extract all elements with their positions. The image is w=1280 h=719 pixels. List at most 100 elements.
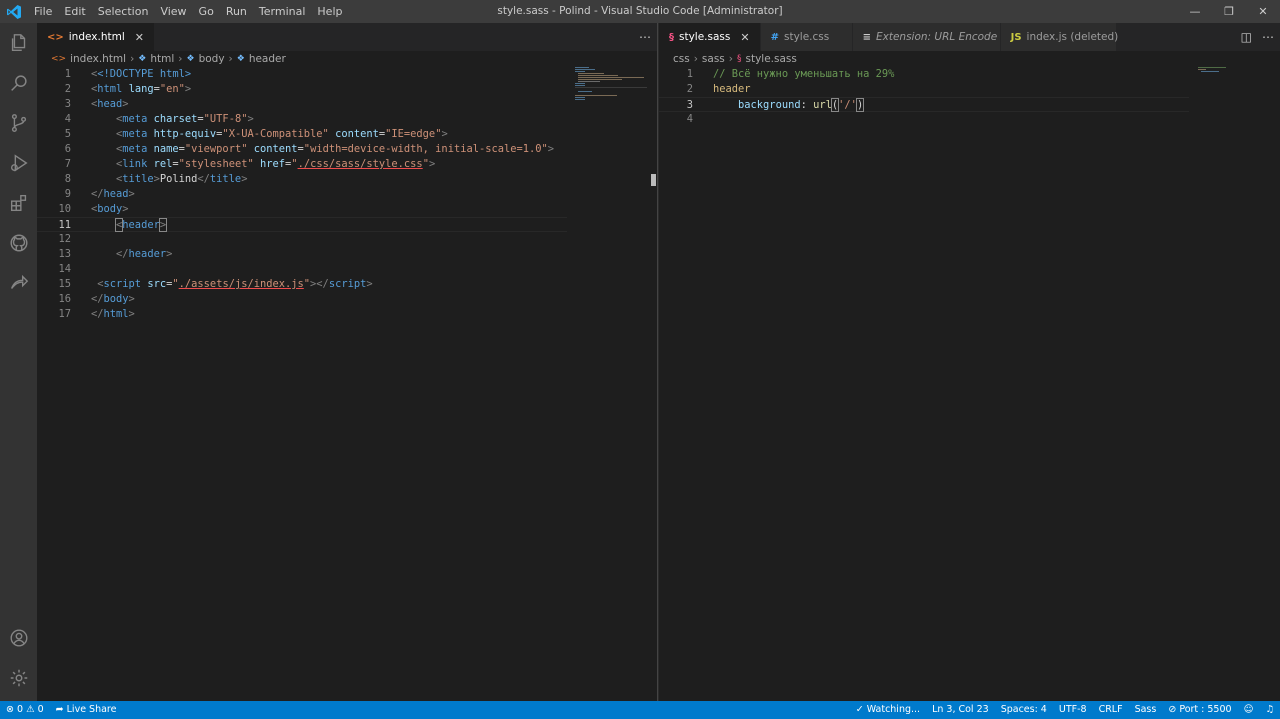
breadcrumb-item[interactable]: body [199,53,225,65]
tab-extension-url-encode[interactable]: ≡ Extension: URL Encode [852,23,1001,51]
close-window-icon[interactable]: ✕ [1246,0,1280,23]
tab-label: index.js (deleted) [1026,31,1119,43]
tab-bar-right: § style.sass ✕ # style.css ≡ Extension: … [659,23,1280,51]
chevron-right-icon: › [228,53,233,65]
tab-label: Extension: URL Encode [875,31,998,43]
error-count: 0 [16,704,24,715]
breadcrumb-item[interactable]: sass [702,53,725,65]
status-bar-right: ✓ Watching... Ln 3, Col 23 Spaces: 4 UTF… [850,701,1280,719]
tab-index-html[interactable]: <> index.html ✕ [37,23,155,51]
menu-view[interactable]: View [154,0,192,23]
element-icon: ❖ [138,54,147,64]
cursor-position[interactable]: Ln 3, Col 23 [926,701,995,719]
extension-page-icon: ≡ [862,31,871,43]
live-share-status[interactable]: ➦ Live Share [50,701,123,719]
minimap-left[interactable] [575,67,647,127]
search-icon[interactable] [0,63,37,103]
account-icon[interactable] [0,618,37,658]
menu-selection[interactable]: Selection [92,0,155,23]
indentation[interactable]: Spaces: 4 [995,701,1053,719]
code-line: 12 [58,233,71,245]
css-file-icon: # [770,31,779,43]
element-icon: ❖ [236,54,245,64]
code-line: 15 <script src="./assets/js/index.js"></… [58,278,373,290]
tab-bar-left: <> index.html ✕ ⋯ [37,23,657,51]
code-line: 13 </header> [58,248,173,260]
menu-file[interactable]: File [28,0,58,23]
restore-icon[interactable]: ❐ [1212,0,1246,23]
menu-help[interactable]: Help [311,0,348,23]
live-share-icon: ➦ [55,704,67,715]
code-line: 3 <head> [64,98,129,110]
file-encoding[interactable]: UTF-8 [1053,701,1093,719]
code-line: 1 <<!DOCTYPE html> [64,68,192,80]
breadcrumb-item[interactable]: style.sass [745,53,796,65]
source-control-icon[interactable] [0,103,37,143]
menu-edit[interactable]: Edit [58,0,91,23]
editor-group-left: <> index.html ✕ ⋯ <> index.html › ❖ html… [37,23,657,701]
split-editor-icon[interactable]: ◫ [1241,30,1252,44]
html-file-icon: <> [51,54,67,64]
tab-label: style.css [783,31,830,43]
tab-label: style.sass [679,31,731,43]
link-href[interactable]: ./css/sass/style.css [298,158,423,170]
close-tab-icon[interactable]: ✕ [740,31,749,44]
code-line: 8 <title>Polind</title> [64,173,248,185]
code-editor-right[interactable]: 1// Всё нужно уменьшать на 29% 2 header 3… [659,67,1280,701]
breadcrumb-item[interactable]: index.html [70,53,126,65]
problems-indicator[interactable]: ⊗ 0 ⚠ 0 [0,701,50,719]
more-actions-icon[interactable]: ⋯ [639,30,651,44]
close-tab-icon[interactable]: ✕ [135,31,144,44]
code-line-current: 11 <header> [37,217,567,232]
breadcrumb-left: <> index.html › ❖ html › ❖ body › ❖ head… [37,51,657,67]
code-line: 2 <html lang="en"> [64,83,192,95]
chevron-right-icon: › [130,53,135,65]
title-bar: File Edit Selection View Go Run Terminal… [0,0,1280,23]
end-of-line[interactable]: CRLF [1093,701,1129,719]
explorer-icon[interactable] [0,23,37,63]
extensions-icon[interactable] [0,183,37,223]
menu-terminal[interactable]: Terminal [253,0,312,23]
tab-style-sass[interactable]: § style.sass ✕ [659,23,761,51]
sass-file-icon: § [669,31,674,43]
language-mode[interactable]: Sass [1129,701,1163,719]
watching-status[interactable]: ✓ Watching... [850,701,926,719]
live-server-port[interactable]: ⊘ Port : 5500 [1162,701,1237,719]
editor-group-right: § style.sass ✕ # style.css ≡ Extension: … [659,23,1280,701]
chevron-right-icon: › [693,53,698,65]
run-debug-icon[interactable] [0,143,37,183]
script-src[interactable]: ./assets/js/index.js [179,278,304,290]
code-line: 17 </html> [58,308,135,320]
code-line-current: 3 background: url('/') [659,97,1189,112]
feedback-icon[interactable]: ☺ [1238,701,1260,719]
html-file-icon: <> [47,31,64,43]
code-line: 5 <meta http-equiv="X-UA-Compatible" con… [64,128,448,140]
breadcrumb-item[interactable]: css [673,53,690,65]
scrollbar-thumb[interactable] [651,174,656,186]
element-icon: ❖ [186,54,195,64]
minimize-icon[interactable]: — [1178,0,1212,23]
code-line: 1// Всё нужно уменьшать на 29% [686,68,895,80]
code-line: 9 </head> [64,188,135,200]
more-actions-icon[interactable]: ⋯ [1262,30,1274,44]
error-icon: ⊗ [6,704,17,715]
code-line: 16 </body> [58,293,135,305]
code-line: 2 header [686,83,751,95]
code-editor-left[interactable]: 1 <<!DOCTYPE html> 2 <html lang="en"> 3 <he… [37,67,657,701]
menu-run[interactable]: Run [220,0,253,23]
code-line: 10 <body> [58,203,129,215]
code-line: 4 [686,113,693,125]
github-icon[interactable] [0,223,37,263]
live-share-icon[interactable] [0,263,37,303]
watch-icon: ✓ [855,704,867,715]
tab-index-js-deleted[interactable]: JS index.js (deleted) [1000,23,1119,51]
notifications-bell-icon[interactable]: ♫ [1259,701,1280,719]
settings-gear-icon[interactable] [0,658,37,698]
menu-bar: File Edit Selection View Go Run Terminal… [28,0,348,23]
breadcrumb-item[interactable]: header [249,53,286,65]
broadcast-icon: ⊘ [1168,704,1180,715]
minimap-right[interactable] [1198,67,1270,127]
tab-style-css[interactable]: # style.css [760,23,853,51]
menu-go[interactable]: Go [193,0,220,23]
breadcrumb-item[interactable]: html [150,53,174,65]
